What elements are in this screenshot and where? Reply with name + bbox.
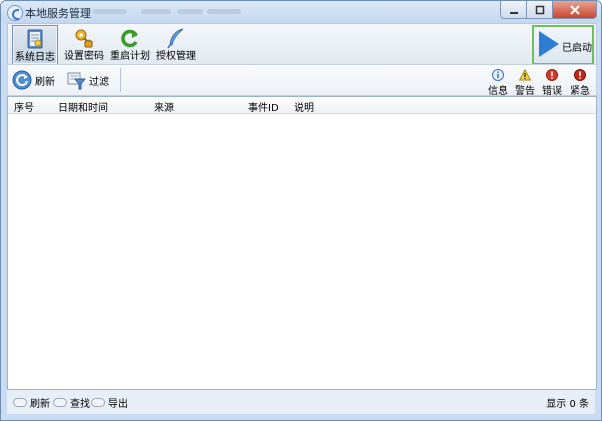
status-refresh-button[interactable]: 刷新 <box>13 395 50 410</box>
status-export-button[interactable]: 导出 <box>91 395 128 410</box>
refresh-label: 刷新 <box>35 76 55 88</box>
status-refresh-label: 刷新 <box>30 399 50 410</box>
main-toolbar: 系统日志 设置密码 重启计划 授权管理 已启动 <box>7 23 597 65</box>
close-icon <box>569 4 580 15</box>
app-icon <box>7 5 23 21</box>
column-header-event-id[interactable]: 事件ID <box>248 99 279 114</box>
table-header: 序号 日期和时间 来源 事件ID 说明 <box>8 97 596 114</box>
maximize-button[interactable] <box>527 1 553 19</box>
level-warning-toggle[interactable]: 警告 <box>513 69 537 97</box>
refresh-button[interactable]: 刷新 <box>12 68 55 92</box>
auth-manage-label: 授权管理 <box>156 51 196 62</box>
column-header-datetime[interactable]: 日期和时间 <box>58 99 108 114</box>
auth-manage-button[interactable]: 授权管理 <box>154 25 198 63</box>
minimize-button[interactable] <box>500 1 527 19</box>
status-export-label: 导出 <box>108 399 128 410</box>
service-started-button[interactable]: 已启动 <box>532 25 594 65</box>
blurred-text <box>177 9 203 14</box>
set-password-button[interactable]: 设置密码 <box>62 25 106 63</box>
column-header-description[interactable]: 说明 <box>294 99 314 114</box>
log-book-icon <box>27 29 43 49</box>
critical-icon <box>574 69 586 81</box>
title-bar: 本地服务管理 <box>1 1 601 23</box>
toolbar-divider <box>120 68 121 92</box>
filter-toolbar: 刷新 过滤 信息 警告 错误 紧急 <box>7 64 597 97</box>
info-icon <box>492 69 504 81</box>
play-icon <box>539 31 559 57</box>
syslog-button[interactable]: 系统日志 <box>12 25 58 65</box>
key-lock-icon <box>75 29 93 48</box>
blurred-text <box>141 9 171 14</box>
refresh-icon <box>12 70 32 90</box>
column-header-index[interactable]: 序号 <box>14 99 34 114</box>
column-header-source[interactable]: 来源 <box>154 99 174 114</box>
filter-icon <box>67 72 86 90</box>
status-bar: 刷新 查找 导出 显示 0 条 <box>7 390 595 414</box>
status-button-icon <box>13 398 27 407</box>
status-find-button[interactable]: 查找 <box>53 395 90 410</box>
service-status-label: 已启动 <box>562 43 592 54</box>
warning-icon <box>519 69 531 81</box>
app-window: 本地服务管理 系统日志 设置密码 重启计划 授权管理 已启动 刷新 过滤 信息 … <box>0 0 602 421</box>
set-password-label: 设置密码 <box>64 51 104 62</box>
blurred-text <box>93 9 127 14</box>
record-count: 显示 0 条 <box>546 399 589 410</box>
level-critical-toggle[interactable]: 紧急 <box>568 69 592 97</box>
level-info-toggle[interactable]: 信息 <box>486 69 510 97</box>
restart-plan-button[interactable]: 重启计划 <box>108 25 152 63</box>
minimize-icon <box>509 11 518 14</box>
status-find-label: 查找 <box>70 399 90 410</box>
blurred-text <box>207 9 241 14</box>
event-log-table: 序号 日期和时间 来源 事件ID 说明 <box>7 96 597 390</box>
refresh-green-icon <box>121 29 138 48</box>
syslog-label: 系统日志 <box>15 52 55 63</box>
filter-button[interactable]: 过滤 <box>66 68 109 92</box>
restart-plan-label: 重启计划 <box>110 51 150 62</box>
level-error-toggle[interactable]: 错误 <box>540 69 564 97</box>
window-controls <box>500 1 597 19</box>
status-button-icon <box>91 398 105 407</box>
filter-label: 过滤 <box>89 76 109 88</box>
error-icon <box>546 69 558 81</box>
close-button[interactable] <box>553 1 597 19</box>
status-button-icon <box>53 398 67 407</box>
window-title: 本地服务管理 <box>25 7 91 20</box>
maximize-icon <box>535 5 544 14</box>
feather-pen-icon <box>167 28 184 49</box>
